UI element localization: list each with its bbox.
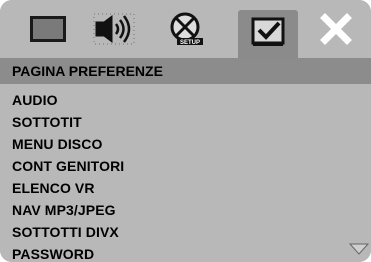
tab-feature-setup[interactable]: SETUP (156, 9, 216, 53)
tab-preference-setup[interactable] (238, 10, 298, 58)
menu-item-password[interactable]: PASSWORD (12, 246, 94, 262)
tab-exit[interactable] (306, 9, 366, 53)
menu-item-mp3-jpeg-nav[interactable]: NAV MP3/JPEG (12, 202, 116, 218)
preferences-checkbox-icon (247, 15, 289, 54)
preference-menu-list: AUDIO SOTTOTIT MENU DISCO CONT GENITORI … (0, 84, 371, 262)
menu-item-audio[interactable]: AUDIO (12, 92, 58, 108)
close-icon (319, 12, 353, 51)
page-title: PAGINA PREFERENZE (12, 63, 163, 79)
menu-item-parental-control[interactable]: CONT GENITORI (12, 158, 124, 174)
icon-toolbar: SETUP (0, 0, 371, 58)
page-title-bar: PAGINA PREFERENZE (0, 58, 371, 84)
menu-item-vr-list[interactable]: ELENCO VR (12, 180, 95, 196)
screen-icon (28, 14, 68, 49)
menu-item-disc-menu[interactable]: MENU DISCO (12, 136, 102, 152)
speaker-audio-icon (92, 12, 136, 51)
tab-general-setup[interactable] (18, 9, 78, 53)
tab-audio-setup[interactable] (84, 9, 144, 53)
disc-features-icon: SETUP (165, 11, 207, 52)
svg-text:SETUP: SETUP (180, 40, 200, 46)
menu-item-divx-subtitle[interactable]: SOTTOTTI DIVX (12, 224, 119, 240)
dvd-setup-menu: SETUP PAGINA PREFERENZE AUDIO SOTTOTIT M… (0, 0, 371, 262)
menu-item-subtitle[interactable]: SOTTOTIT (12, 114, 82, 130)
scroll-down-arrow-icon[interactable] (348, 242, 370, 260)
